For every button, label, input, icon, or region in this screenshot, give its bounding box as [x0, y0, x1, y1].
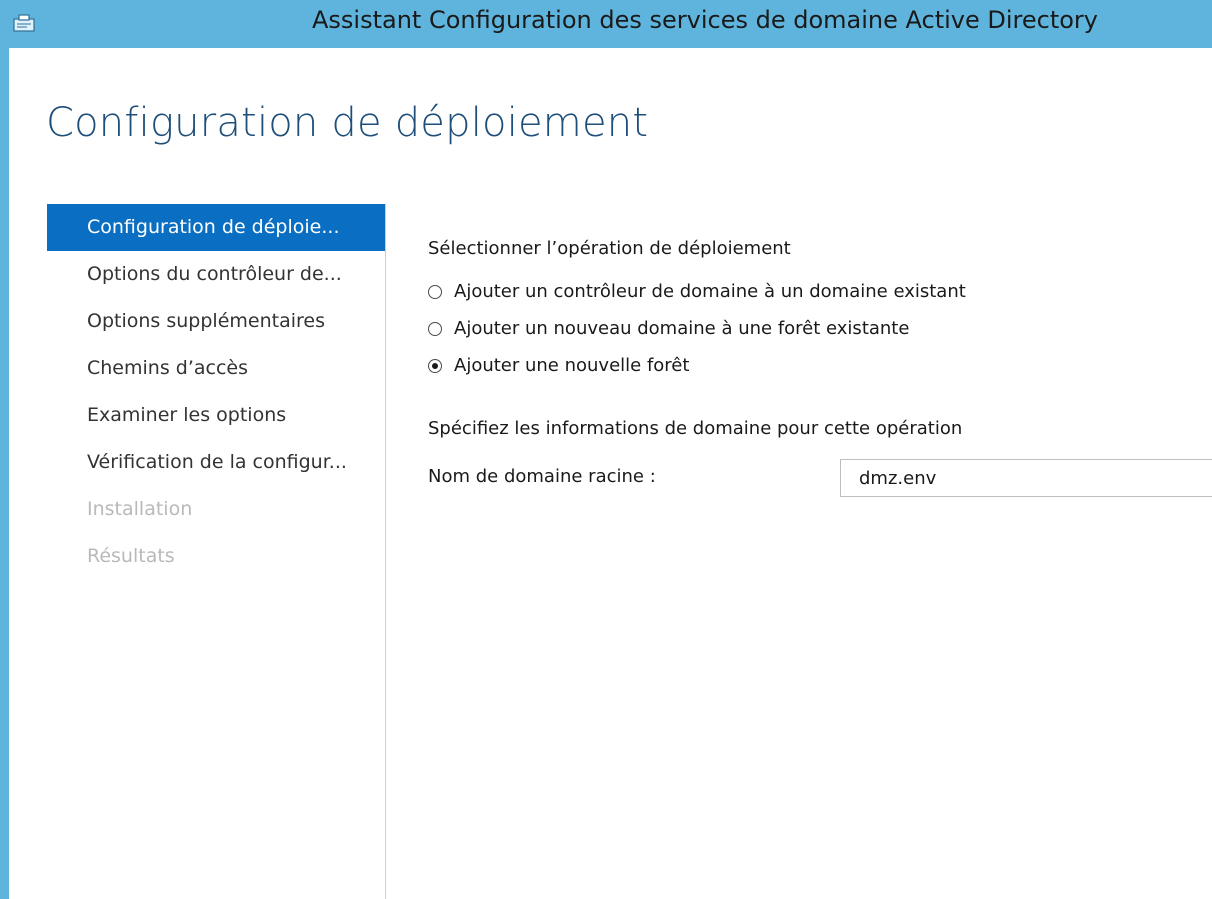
- deployment-operation-heading: Sélectionner l’opération de déploiement: [428, 238, 791, 259]
- radio-button-icon[interactable]: [428, 321, 442, 336]
- main-content: Sélectionner l’opération de déploiement …: [428, 238, 1212, 499]
- page-title: Configuration de déploiement: [46, 100, 649, 146]
- radio-option-add-dc[interactable]: Ajouter un contrôleur de domaine à un do…: [428, 273, 1212, 310]
- radio-option-add-forest[interactable]: Ajouter une nouvelle forêt: [428, 347, 1212, 384]
- wizard-steps-nav: Configuration de déploie... Options du c…: [47, 204, 385, 580]
- root-domain-row: Nom de domaine racine :: [428, 459, 1212, 499]
- radio-label: Ajouter un contrôleur de domaine à un do…: [454, 281, 966, 302]
- nav-item-dc-options[interactable]: Options du contrôleur de...: [47, 251, 385, 298]
- server-manager-icon: [13, 14, 35, 32]
- root-domain-label: Nom de domaine racine :: [428, 466, 656, 487]
- radio-button-icon[interactable]: [428, 284, 442, 299]
- nav-item-installation: Installation: [87, 498, 193, 520]
- radio-option-add-domain[interactable]: Ajouter un nouveau domaine à une forêt e…: [428, 310, 1212, 347]
- nav-item-results: Résultats: [87, 545, 175, 567]
- nav-item-paths[interactable]: Chemins d’accès: [47, 345, 385, 392]
- domain-info-section: Spécifiez les informations de domaine po…: [428, 418, 1212, 499]
- radio-label: Ajouter un nouveau domaine à une forêt e…: [454, 318, 910, 339]
- radio-label: Ajouter une nouvelle forêt: [454, 355, 690, 376]
- nav-divider: [385, 204, 386, 899]
- nav-item-prerequisites-check[interactable]: Vérification de la configur...: [47, 439, 385, 486]
- root-domain-input[interactable]: [840, 459, 1212, 497]
- wizard-window: Assistant Configuration des services de …: [0, 0, 1212, 899]
- radio-button-checked-icon[interactable]: [428, 358, 442, 373]
- deployment-operation-radio-group: Ajouter un contrôleur de domaine à un do…: [428, 273, 1212, 384]
- nav-item-review-options[interactable]: Examiner les options: [47, 392, 385, 439]
- window-title: Assistant Configuration des services de …: [312, 6, 1098, 34]
- nav-item-deployment-configuration[interactable]: Configuration de déploie...: [47, 204, 385, 251]
- title-bar: Assistant Configuration des services de …: [0, 0, 1212, 48]
- domain-info-heading: Spécifiez les informations de domaine po…: [428, 418, 963, 439]
- nav-item-additional-options[interactable]: Options supplémentaires: [47, 298, 385, 345]
- window-left-border: [0, 48, 9, 899]
